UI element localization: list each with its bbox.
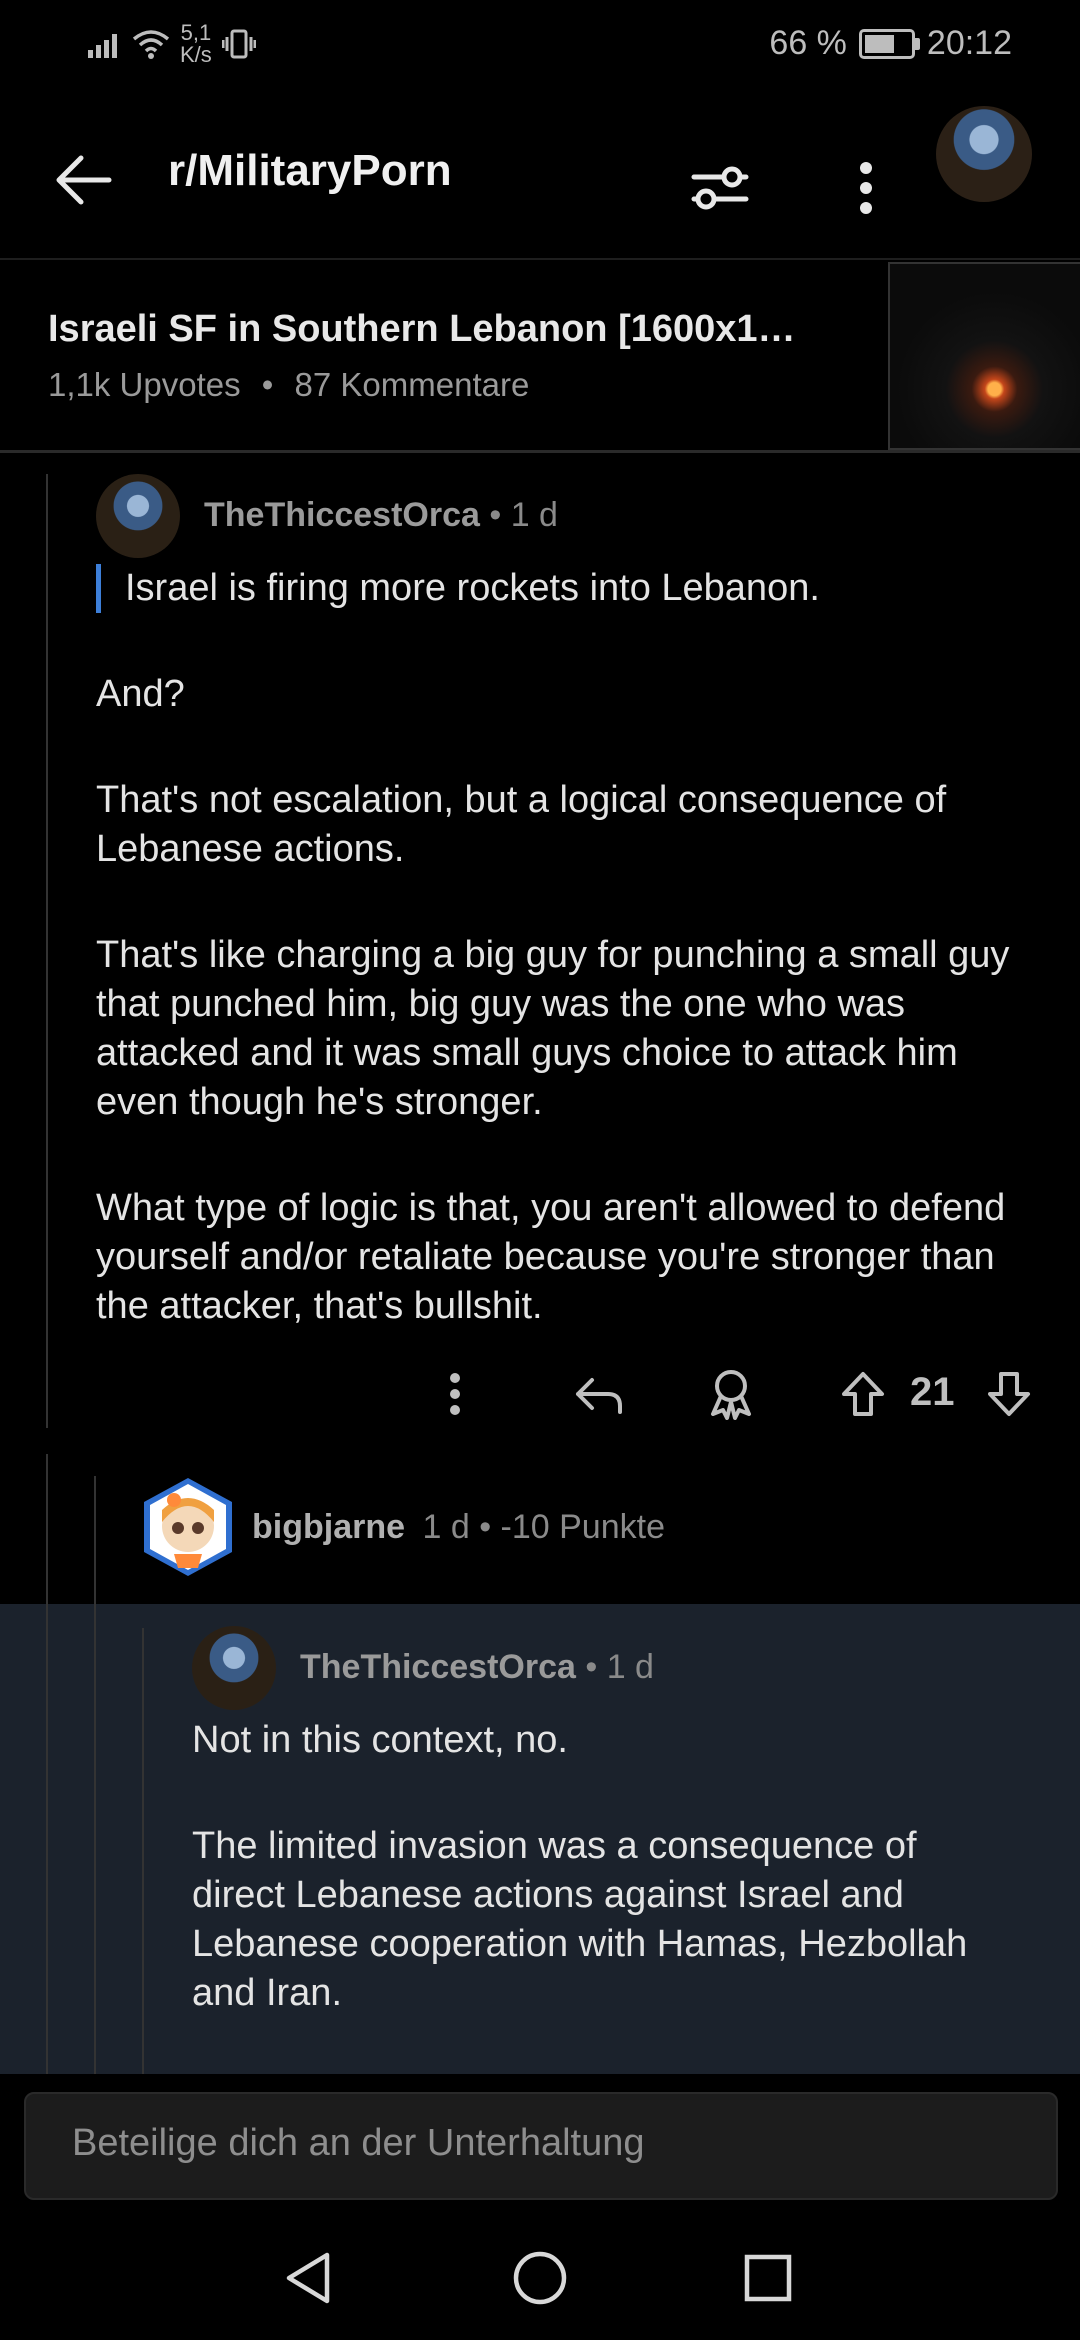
nav-back-button[interactable] — [268, 2238, 348, 2318]
comment-body: Israel is firing more rockets into Leban… — [96, 564, 1036, 1388]
comment-author[interactable]: bigbjarne 1 d • -10 Punkte — [252, 1508, 665, 1547]
thread-line[interactable] — [142, 1628, 144, 2074]
comment-author-name[interactable]: TheThiccestOrca — [300, 1648, 576, 1686]
award-icon — [711, 1370, 751, 1420]
post-header[interactable]: Israeli SF in Southern Lebanon [1600x1… … — [0, 258, 1080, 453]
status-left: 5,1 K/s — [88, 22, 256, 66]
post-thumbnail[interactable] — [888, 262, 1080, 450]
comment-paragraph: The limited invasion was a consequence o… — [192, 1825, 968, 2014]
comment-author-name[interactable]: bigbjarne — [252, 1508, 405, 1546]
vote-count: 21 — [910, 1370, 955, 1414]
upvote-icon — [842, 1372, 884, 1416]
post-upvotes: 1,1k Upvotes — [48, 366, 241, 403]
comment-more-button[interactable] — [420, 1364, 490, 1424]
square-recents-icon — [744, 2254, 792, 2302]
post-title[interactable]: Israeli SF in Southern Lebanon [1600x1… — [48, 308, 868, 351]
award-button[interactable] — [696, 1364, 766, 1424]
battery-percent: 66 % — [769, 24, 847, 62]
comment-avatar[interactable] — [96, 474, 180, 558]
comment-age: • 1 d — [489, 496, 558, 534]
status-bar: 5,1 K/s 66 % 20:12 — [0, 0, 1080, 96]
thread-line[interactable] — [94, 1604, 96, 2074]
thread-line[interactable] — [46, 474, 48, 1428]
reply-icon — [576, 1378, 622, 1414]
comment-paragraph: What type of logic is that, you aren't a… — [96, 1187, 1006, 1327]
network-speed-unit: K/s — [180, 42, 212, 67]
comment-avatar[interactable] — [192, 1626, 276, 1710]
back-button[interactable] — [44, 140, 124, 220]
status-right: 66 % 20:12 — [769, 24, 1012, 63]
sort-filter-button[interactable] — [680, 148, 760, 228]
upvote-button[interactable] — [828, 1364, 898, 1424]
downvote-button[interactable] — [974, 1364, 1044, 1424]
comment-author[interactable]: TheThiccestOrca • 1 d — [204, 496, 558, 535]
app-bar: r/MilitaryPorn — [0, 96, 1080, 256]
post-meta: 1,1k Upvotes • 87 Kommentare — [48, 366, 529, 404]
highlighted-comment[interactable]: TheThiccestOrca • 1 d Not in this contex… — [0, 1604, 1080, 2074]
comment-paragraph: That's not escalation, but a logical con… — [96, 779, 947, 870]
comment-quote: Israel is firing more rockets into Leban… — [96, 564, 1036, 613]
reply-button[interactable] — [564, 1364, 634, 1424]
post-comment-count: 87 Kommentare — [294, 366, 530, 403]
arrow-left-icon — [56, 155, 112, 205]
comment-paragraph: That's like charging a big guy for punch… — [96, 934, 1010, 1123]
comment-meta: 1 d • -10 Punkte — [422, 1508, 665, 1546]
sliders-icon — [691, 166, 749, 210]
comment-input[interactable]: Beteilige dich an der Unterhaltung — [72, 2122, 645, 2165]
more-options-button[interactable] — [826, 148, 906, 228]
comment-paragraph: And? — [96, 673, 185, 715]
comment-body: Not in this context, no. The limited inv… — [192, 1716, 972, 2075]
circle-home-icon — [513, 2251, 567, 2305]
signal-icon — [88, 34, 117, 58]
wifi-icon — [132, 30, 170, 59]
battery-icon — [858, 28, 920, 59]
comment-author[interactable]: TheThiccestOrca • 1 d — [300, 1648, 654, 1687]
downvote-icon — [988, 1372, 1030, 1416]
meta-separator: • — [261, 366, 274, 403]
subreddit-title[interactable]: r/MilitaryPorn — [168, 146, 452, 196]
more-vertical-icon — [860, 162, 872, 214]
system-nav-bar — [0, 2214, 1080, 2340]
network-speed-value: 5,1 — [180, 20, 212, 45]
triangle-back-icon — [286, 2252, 330, 2304]
comment-paragraph: Not in this context, no. — [192, 1719, 568, 1761]
nav-recents-button[interactable] — [728, 2238, 808, 2318]
thread-line[interactable] — [46, 1604, 48, 2074]
comment-author-name[interactable]: TheThiccestOrca — [204, 496, 480, 534]
more-vertical-icon — [450, 1373, 460, 1415]
network-speed: 5,1 K/s — [180, 22, 212, 66]
nav-home-button[interactable] — [500, 2238, 580, 2318]
comment-age: • 1 d — [585, 1648, 654, 1686]
vibrate-icon — [221, 29, 256, 59]
user-avatar[interactable] — [936, 106, 1032, 202]
comment-composer[interactable]: Beteilige dich an der Unterhaltung — [24, 2092, 1058, 2200]
clock: 20:12 — [926, 24, 1012, 62]
snoo-avatar[interactable] — [140, 1476, 236, 1578]
